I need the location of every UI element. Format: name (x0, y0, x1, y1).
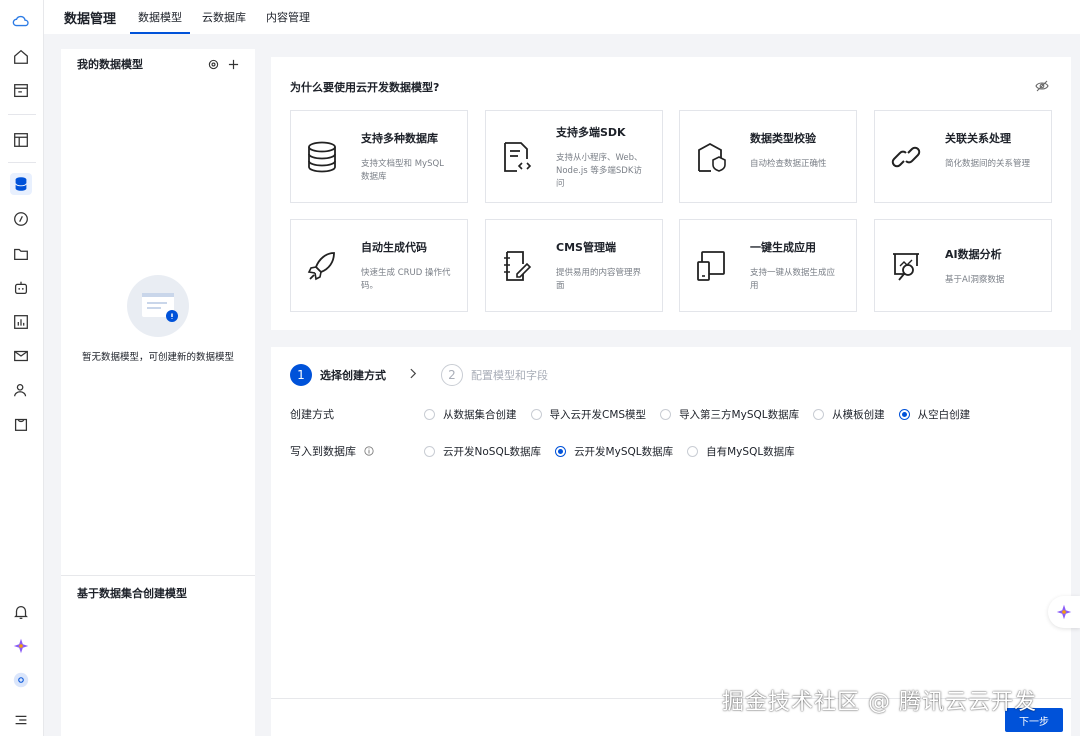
feature-name: 数据类型校验 (750, 132, 816, 145)
feature-desc: 基于AI洞察数据 (945, 275, 1005, 285)
feature-desc: 自动检查数据正确性 (750, 159, 827, 169)
plus-icon[interactable] (227, 58, 239, 70)
stepper: 1 选择创建方式 2 配置模型和字段 (290, 364, 548, 386)
feature-name: CMS管理端 (556, 241, 616, 254)
home-icon[interactable] (10, 46, 32, 68)
panel-title: 我的数据模型 (77, 58, 143, 71)
cloud-logo-icon[interactable] (10, 11, 32, 33)
user-icon[interactable] (10, 379, 32, 401)
app-title: 数据管理 (64, 11, 117, 27)
why-title: 为什么要使用云开发数据模型? (290, 81, 440, 94)
radio-import-cms[interactable]: 导入云开发CMS模型 (530, 407, 646, 422)
ai-spark-icon[interactable] (10, 635, 32, 657)
database-icon (307, 141, 337, 173)
feature-card: CMS管理端 提供易用的内容管理界面 (485, 219, 663, 312)
feature-desc: 支持文档型和 MySQL 数据库 (361, 159, 444, 182)
ai-analysis-icon (891, 250, 921, 282)
compass-icon[interactable] (10, 208, 32, 230)
tab-data-model[interactable]: 数据模型 (130, 0, 191, 34)
dashboard-icon[interactable] (10, 80, 32, 102)
feature-card: 自动生成代码 快速生成 CRUD 操作代码。 (290, 219, 468, 312)
empty-state-text: 暂无数据模型，可创建新的数据模型 (81, 352, 234, 363)
radio-cloud-mysql[interactable]: 云开发MySQL数据库 (555, 444, 673, 459)
feature-desc: 简化数据间的关系管理 (945, 159, 1031, 169)
menu-icon[interactable] (10, 709, 32, 731)
feature-card: 一键生成应用 支持一键从数据生成应用 (679, 219, 857, 312)
code-doc-icon (502, 141, 532, 173)
ai-assistant-float-button[interactable] (1048, 596, 1080, 628)
radio-from-collection[interactable]: 从数据集合创建 (424, 407, 517, 422)
feature-name: 支持多种数据库 (361, 132, 438, 145)
collection-model-title: 基于数据集合创建模型 (77, 587, 187, 600)
write-db-label: 写入到数据库 (290, 443, 424, 459)
top-nav: 数据管理 数据模型 云数据库 内容管理 (44, 0, 1080, 34)
feature-card: 支持多端SDK 支持从小程序、Web、Node.js 等多端SDK访问 (485, 110, 663, 203)
shield-icon (696, 141, 726, 173)
bag-icon[interactable] (10, 413, 32, 435)
feature-card: 关联关系处理 简化数据间的关系管理 (874, 110, 1052, 203)
why-data-model-card: 为什么要使用云开发数据模型? 支持多种数据库 支持文档型和 MySQL 数据库 … (271, 57, 1071, 330)
radio-import-mysql[interactable]: 导入第三方MySQL数据库 (660, 407, 799, 422)
feature-desc: 支持从小程序、Web、Node.js 等多端SDK访问 (556, 153, 643, 189)
feature-desc: 快速生成 CRUD 操作代码。 (361, 268, 451, 291)
bell-icon[interactable] (10, 601, 32, 623)
step-2-label: 配置模型和字段 (471, 369, 548, 382)
create-method-row: 创建方式 从数据集合创建 导入云开发CMS模型 导入第三方MySQL数据库 从模… (290, 406, 984, 422)
create-method-label: 创建方式 (290, 408, 334, 421)
feature-name: 关联关系处理 (945, 132, 1011, 145)
avatar-icon[interactable] (10, 669, 32, 691)
feature-name: 支持多端SDK (556, 126, 626, 139)
radio-from-blank[interactable]: 从空白创建 (898, 407, 970, 422)
divider (61, 575, 255, 576)
radio-nosql[interactable]: 云开发NoSQL数据库 (424, 444, 541, 459)
chevron-right-icon (410, 367, 417, 383)
radio-from-template[interactable]: 从模板创建 (813, 407, 885, 422)
write-db-row: 写入到数据库 云开发NoSQL数据库 云开发MySQL数据库 自有MySQL数据… (290, 443, 809, 459)
feature-desc: 支持一键从数据生成应用 (750, 268, 836, 291)
icon-rail (0, 0, 44, 736)
feature-name: 一键生成应用 (750, 241, 816, 254)
create-model-card: 1 选择创建方式 2 配置模型和字段 创建方式 从数据集合创建 导入云开发CMS… (271, 347, 1071, 736)
feature-card: 支持多种数据库 支持文档型和 MySQL 数据库 (290, 110, 468, 203)
database-icon[interactable] (10, 173, 32, 195)
robot-icon[interactable] (10, 277, 32, 299)
step-1-number: 1 (290, 364, 312, 386)
feature-name: 自动生成代码 (361, 241, 427, 254)
empty-state-illustration (127, 275, 189, 337)
folder-icon[interactable] (10, 243, 32, 265)
feature-name: AI数据分析 (945, 248, 1002, 261)
rocket-icon (307, 250, 337, 282)
devices-icon (696, 250, 726, 282)
model-list-panel: 我的数据模型 暂无数据模型，可创建新的数据模型 基于数据集合创建模型 (61, 49, 255, 736)
tab-content-management[interactable]: 内容管理 (258, 0, 318, 34)
watermark: 掘金技术社区 @ 腾讯云云开发 (722, 690, 1037, 715)
layout-icon[interactable] (10, 129, 32, 151)
notebook-edit-icon (502, 250, 532, 282)
step-2-number: 2 (441, 364, 463, 386)
tab-cloud-database[interactable]: 云数据库 (194, 0, 254, 34)
mail-icon[interactable] (10, 345, 32, 367)
step-1-label: 选择创建方式 (320, 369, 386, 382)
feature-desc: 提供易用的内容管理界面 (556, 268, 642, 291)
feature-card: 数据类型校验 自动检查数据正确性 (679, 110, 857, 203)
eye-off-icon[interactable] (1035, 79, 1049, 93)
info-icon[interactable] (363, 445, 374, 459)
gear-icon[interactable] (207, 58, 219, 70)
radio-own-mysql[interactable]: 自有MySQL数据库 (687, 444, 795, 459)
chart-icon[interactable] (10, 311, 32, 333)
feature-card: AI数据分析 基于AI洞察数据 (874, 219, 1052, 312)
link-icon (891, 141, 921, 173)
